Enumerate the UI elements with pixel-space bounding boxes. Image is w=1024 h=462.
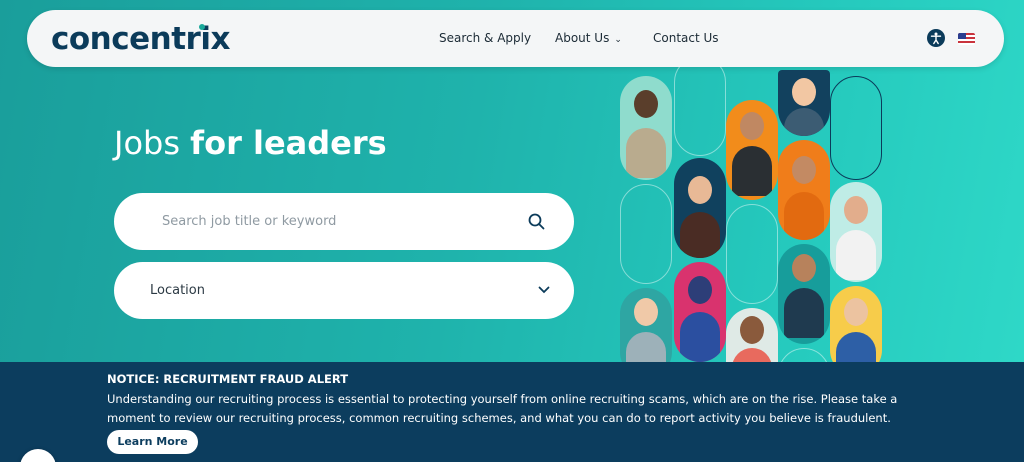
fraud-alert-banner: NOTICE: RECRUITMENT FRAUD ALERT Understa… (0, 362, 1024, 462)
person-face (792, 78, 816, 106)
search-placeholder: Search job title or keyword (162, 214, 337, 229)
person-face (844, 298, 868, 326)
empty-pill (726, 204, 778, 304)
person-body (784, 108, 824, 136)
person-face (634, 298, 658, 326)
person-photo (674, 262, 726, 362)
person-face (844, 196, 868, 224)
person-body (836, 230, 876, 280)
person-photo (778, 140, 830, 240)
nav-about-us-label: About Us (555, 31, 610, 45)
person-face (740, 316, 764, 344)
person-photo (726, 100, 778, 200)
nav-contact-us[interactable]: Contact Us (653, 31, 719, 45)
person-face (792, 156, 816, 184)
hero-title: Jobs for leaders (114, 124, 387, 162)
empty-pill (620, 184, 672, 284)
logo-dot-accent (199, 24, 205, 30)
hero-title-bold: for leaders (190, 124, 387, 162)
person-body (680, 312, 720, 362)
empty-pill (674, 66, 726, 156)
person-photo (830, 286, 882, 363)
person-photo (620, 288, 672, 363)
empty-pill (778, 348, 830, 363)
nav-about-us[interactable]: About Us ⌄ (555, 31, 622, 45)
notice-title: NOTICE: RECRUITMENT FRAUD ALERT (107, 372, 349, 386)
person-face (634, 90, 658, 118)
person-body (732, 146, 772, 196)
person-body (626, 128, 666, 178)
nav-search-apply[interactable]: Search & Apply (439, 31, 531, 45)
person-photo (830, 182, 882, 282)
person-photo (726, 308, 778, 363)
person-body (680, 212, 720, 258)
job-search-input[interactable]: Search job title or keyword (114, 193, 574, 250)
location-label: Location (150, 283, 205, 298)
chevron-down-icon (538, 286, 550, 294)
person-body (784, 288, 824, 338)
person-body (784, 192, 824, 240)
person-face (792, 254, 816, 282)
person-face (688, 176, 712, 204)
learn-more-button[interactable]: Learn More (107, 430, 198, 454)
location-select[interactable]: Location (114, 262, 574, 319)
person-photo (620, 76, 672, 180)
notice-body: Understanding our recruiting process is … (107, 392, 898, 425)
chevron-down-icon: ⌄ (614, 35, 622, 45)
person-body (836, 332, 876, 363)
flag-canton (958, 33, 966, 39)
people-collage-image (615, 66, 890, 363)
person-photo (674, 158, 726, 258)
us-flag-icon[interactable] (958, 33, 975, 45)
empty-pill (830, 76, 882, 180)
person-photo (778, 70, 830, 136)
person-photo (778, 244, 830, 344)
person-body (732, 348, 772, 363)
accessibility-icon[interactable] (927, 29, 945, 47)
hero-title-light: Jobs (114, 124, 191, 162)
person-body (626, 332, 666, 363)
search-icon[interactable] (528, 213, 545, 230)
top-navigation-bar: concentrix Search & Apply About Us ⌄ Cont… (27, 10, 1004, 67)
person-face (740, 112, 764, 140)
person-face (688, 276, 712, 304)
